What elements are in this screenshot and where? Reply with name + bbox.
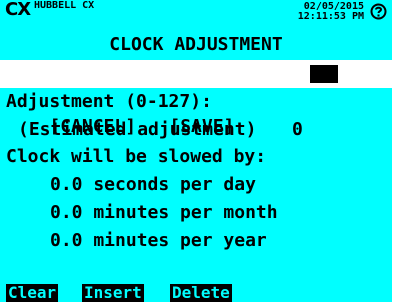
adjustment-field-row[interactable]: Adjustment (0-127): 0 — [0, 60, 392, 140]
estimate-heading: (Estimated adjustment) — [18, 119, 257, 140]
text-cursor — [310, 65, 338, 83]
insert-softkey[interactable]: Insert — [82, 284, 144, 302]
save-row: [SAVE] — [126, 91, 234, 137]
rate-per-month: 0.0 minutes per month — [50, 202, 278, 223]
date-time: 02/05/2015 12:11:53 PM — [298, 2, 364, 22]
header-bar: CX HUBBELL CX 02/05/2015 12:11:53 PM — [0, 0, 392, 30]
terminal-screen: CX HUBBELL CX 02/05/2015 12:11:53 PM CLO… — [0, 0, 392, 302]
page-title: CLOCK ADJUSTMENT — [109, 34, 283, 55]
rate-per-year: 0.0 minutes per year — [50, 230, 267, 251]
rate-per-day: 0.0 seconds per day — [50, 174, 256, 195]
brand-name: HUBBELL CX — [34, 0, 95, 11]
estimate-intro: Clock will be slowed by: — [6, 146, 267, 167]
delete-softkey[interactable]: Delete — [170, 284, 232, 302]
time-text: 12:11:53 PM — [297, 11, 364, 22]
clear-softkey[interactable]: Clear — [6, 284, 59, 302]
actions-row: [CANCEL] — [6, 91, 136, 137]
help-icon[interactable] — [370, 3, 387, 20]
cx-logo: CX — [5, 0, 31, 20]
adjustment-input[interactable]: 0 — [292, 116, 303, 144]
